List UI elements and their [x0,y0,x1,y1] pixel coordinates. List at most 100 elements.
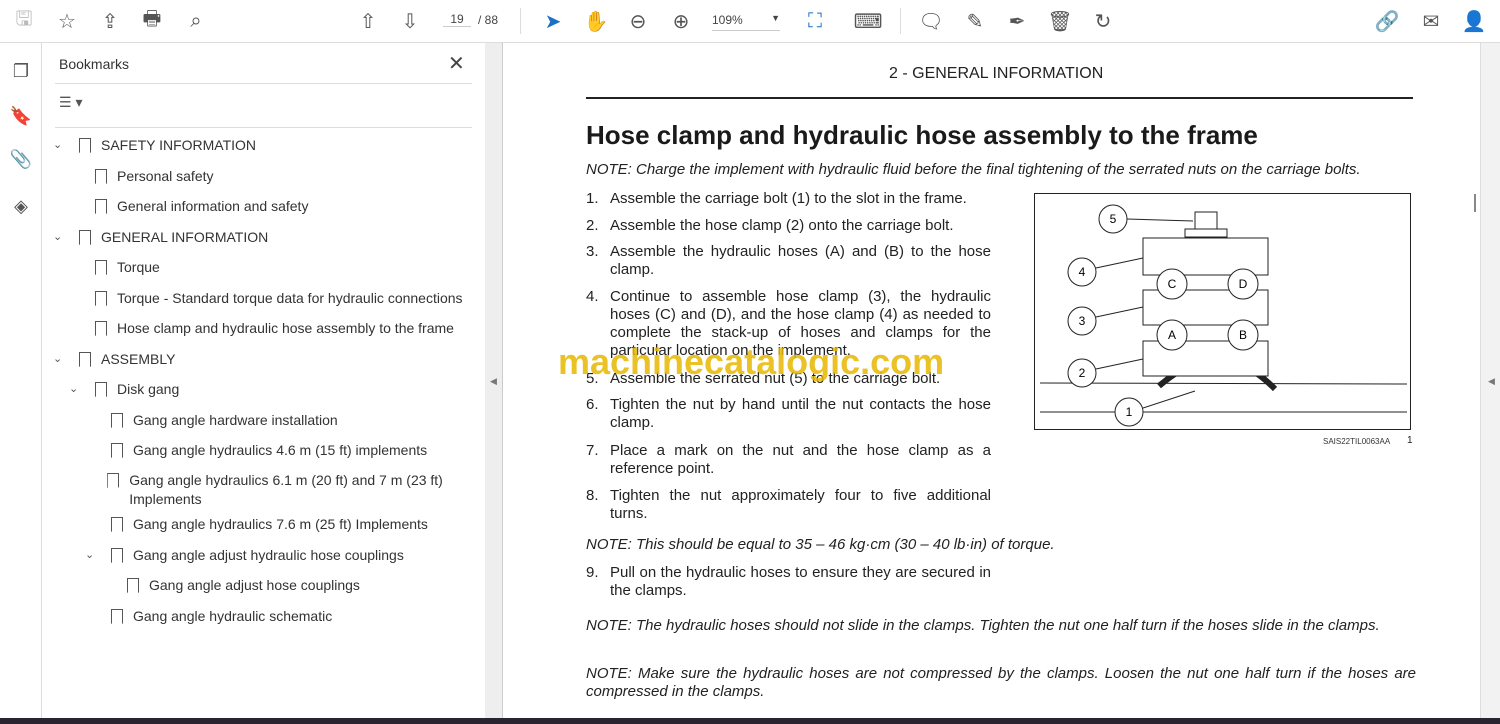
zoom-select[interactable]: 109% ▼ [712,13,780,31]
chevron-down-icon[interactable]: ⌄ [69,380,85,399]
bookmark-label: General information and safety [117,198,309,214]
bookmarks-icon[interactable]: 🔖 [9,106,33,130]
save-icon[interactable]: 🖫 [11,8,37,34]
bookmark-item[interactable]: Personal safety [69,167,463,186]
step-number: 6. [586,396,599,413]
layers-icon[interactable]: ◈ [9,196,33,220]
spacer[interactable] [69,319,95,338]
section-header: 2 - GENERAL INFORMATION [889,65,1104,82]
vertical-scrollbar[interactable]: ◀ [1474,43,1500,724]
chevron-down-icon[interactable]: ⌄ [85,546,101,565]
page-number-input[interactable]: 19 [443,12,471,27]
bookmark-item[interactable]: ⌄ Disk gang [69,380,463,399]
chevron-down-icon[interactable]: ⌄ [53,136,69,155]
bookmark-item[interactable]: Torque [69,258,463,277]
delete-icon[interactable]: 🗑 [1047,8,1073,34]
bookmark-label: Personal safety [117,168,214,184]
print-icon[interactable]: 🖶 [139,8,165,34]
bookmark-item[interactable]: ⌄ GENERAL INFORMATION [53,228,463,247]
bookmark-item[interactable]: Gang angle hydraulics 4.6 m (15 ft) impl… [85,441,463,460]
page-thumbnails-icon[interactable]: ❐ [9,61,33,85]
spacer[interactable] [69,258,95,277]
chevron-down-icon: ▼ [771,13,780,23]
bookmark-star-icon[interactable]: ☆ [54,8,80,34]
rotate-icon[interactable]: ↻ [1090,8,1116,34]
panel-collapse-handle[interactable]: ◀ [485,43,502,724]
watermark: machinecatalogic.com [558,341,945,382]
chevron-down-icon[interactable]: ⌄ [53,228,69,247]
bookmark-item[interactable]: Torque - Standard torque data for hydrau… [69,289,463,308]
step-number: 1. [586,190,599,207]
spacer[interactable] [85,607,111,626]
bookmark-item[interactable]: Gang angle adjust hose couplings [101,576,463,595]
keyboard-scroll-icon[interactable]: ⌨ [854,8,883,34]
bookmark-item[interactable]: Gang angle hydraulics 6.1 m (20 ft) and … [85,471,463,509]
zoom-in-icon[interactable]: ⊕ [668,8,694,34]
svg-text:C: C [1168,277,1177,291]
figure-number: 1 [1407,435,1413,446]
figure-hose-clamp-diagram: C D A B 5 4 3 2 1 [1034,193,1411,430]
bookmark-icon [127,578,139,593]
bookmark-icon [79,230,91,245]
svg-text:2: 2 [1079,366,1086,380]
hand-tool-icon[interactable]: ✋ [583,8,609,34]
step-text: Place a mark on the nut and the hose cla… [610,442,991,477]
select-cursor-icon[interactable]: ➤ [540,8,566,34]
share-link-icon[interactable]: 🔗 [1374,8,1400,34]
page-up-icon[interactable]: ⇧ [355,8,381,34]
spacer[interactable] [85,471,107,509]
bookmark-item[interactable]: General information and safety [69,197,463,216]
bookmark-icon [111,413,123,428]
email-icon[interactable]: ✉ [1418,8,1444,34]
hose-A: A [1156,319,1188,351]
spacer[interactable] [69,197,95,216]
spacer[interactable] [85,411,111,430]
hose-B: B [1227,319,1259,351]
step-item: 2. Assemble the hose clamp (2) onto the c… [586,217,991,235]
cloud-upload-icon[interactable]: ⇪ [97,8,123,34]
bookmark-label: Disk gang [117,381,180,397]
bookmark-item[interactable]: ⌄ Gang angle adjust hydraulic hose coupli… [85,546,463,565]
page-down-icon[interactable]: ⇩ [397,8,423,34]
panel-title: Bookmarks [59,56,130,72]
fit-page-icon[interactable]: ⛶ [802,8,828,34]
attachments-icon[interactable]: 📎 [9,149,33,173]
bookmark-options-button[interactable]: ☰ ▾ [59,94,82,111]
bookmark-label: Gang angle hydraulic schematic [133,608,333,624]
highlight-pen-icon[interactable]: ✎ [962,8,988,34]
account-icon[interactable]: 👤 [1461,8,1487,34]
step-item: 7. Place a mark on the nut and the hose c… [586,442,991,478]
bookmark-icon [95,382,107,397]
washer [1184,228,1228,238]
spacer[interactable] [69,289,95,308]
zoom-out-icon[interactable]: ⊖ [625,8,651,34]
sign-icon[interactable]: ✒ [1004,8,1030,34]
expand-right-icon[interactable]: ◀ [1488,376,1495,387]
bookmark-item[interactable]: ⌄ ASSEMBLY [53,350,463,369]
search-icon[interactable]: ⌕ [183,8,209,34]
callout-5: 5 [1098,204,1194,234]
comment-icon[interactable]: 🗨 [918,8,944,34]
step-number: 9. [586,564,599,581]
chevron-down-icon[interactable]: ⌄ [53,350,69,369]
bookmark-item[interactable]: Gang angle hydraulic schematic [85,607,463,626]
note: NOTE: The hydraulic hoses should not sli… [586,617,1380,634]
bookmark-item[interactable]: Gang angle hardware installation [85,411,463,430]
bookmark-item[interactable]: Hose clamp and hydraulic hose assembly t… [69,319,463,338]
close-icon[interactable]: ✕ [448,51,465,76]
step-item: 9. Pull on the hydraulic hoses to ensure … [586,564,991,600]
hose-C: C [1156,268,1188,300]
bookmark-item[interactable]: ⌄ SAFETY INFORMATION [53,136,463,155]
collapse-left-icon: ◀ [490,376,497,386]
svg-text:B: B [1239,328,1247,342]
spacer[interactable] [69,167,95,186]
bookmark-label: Torque - Standard torque data for hydrau… [117,290,463,306]
spacer[interactable] [85,441,111,460]
scroll-thumb[interactable] [1474,194,1476,212]
svg-text:D: D [1239,277,1248,291]
bookmark-label: Gang angle adjust hydraulic hose couplin… [133,547,404,563]
spacer[interactable] [85,515,111,534]
bookmark-item[interactable]: Gang angle hydraulics 7.6 m (25 ft) Impl… [85,515,463,534]
spacer[interactable] [101,576,127,595]
step-text: Assemble the carriage bolt (1) to the sl… [610,190,967,207]
